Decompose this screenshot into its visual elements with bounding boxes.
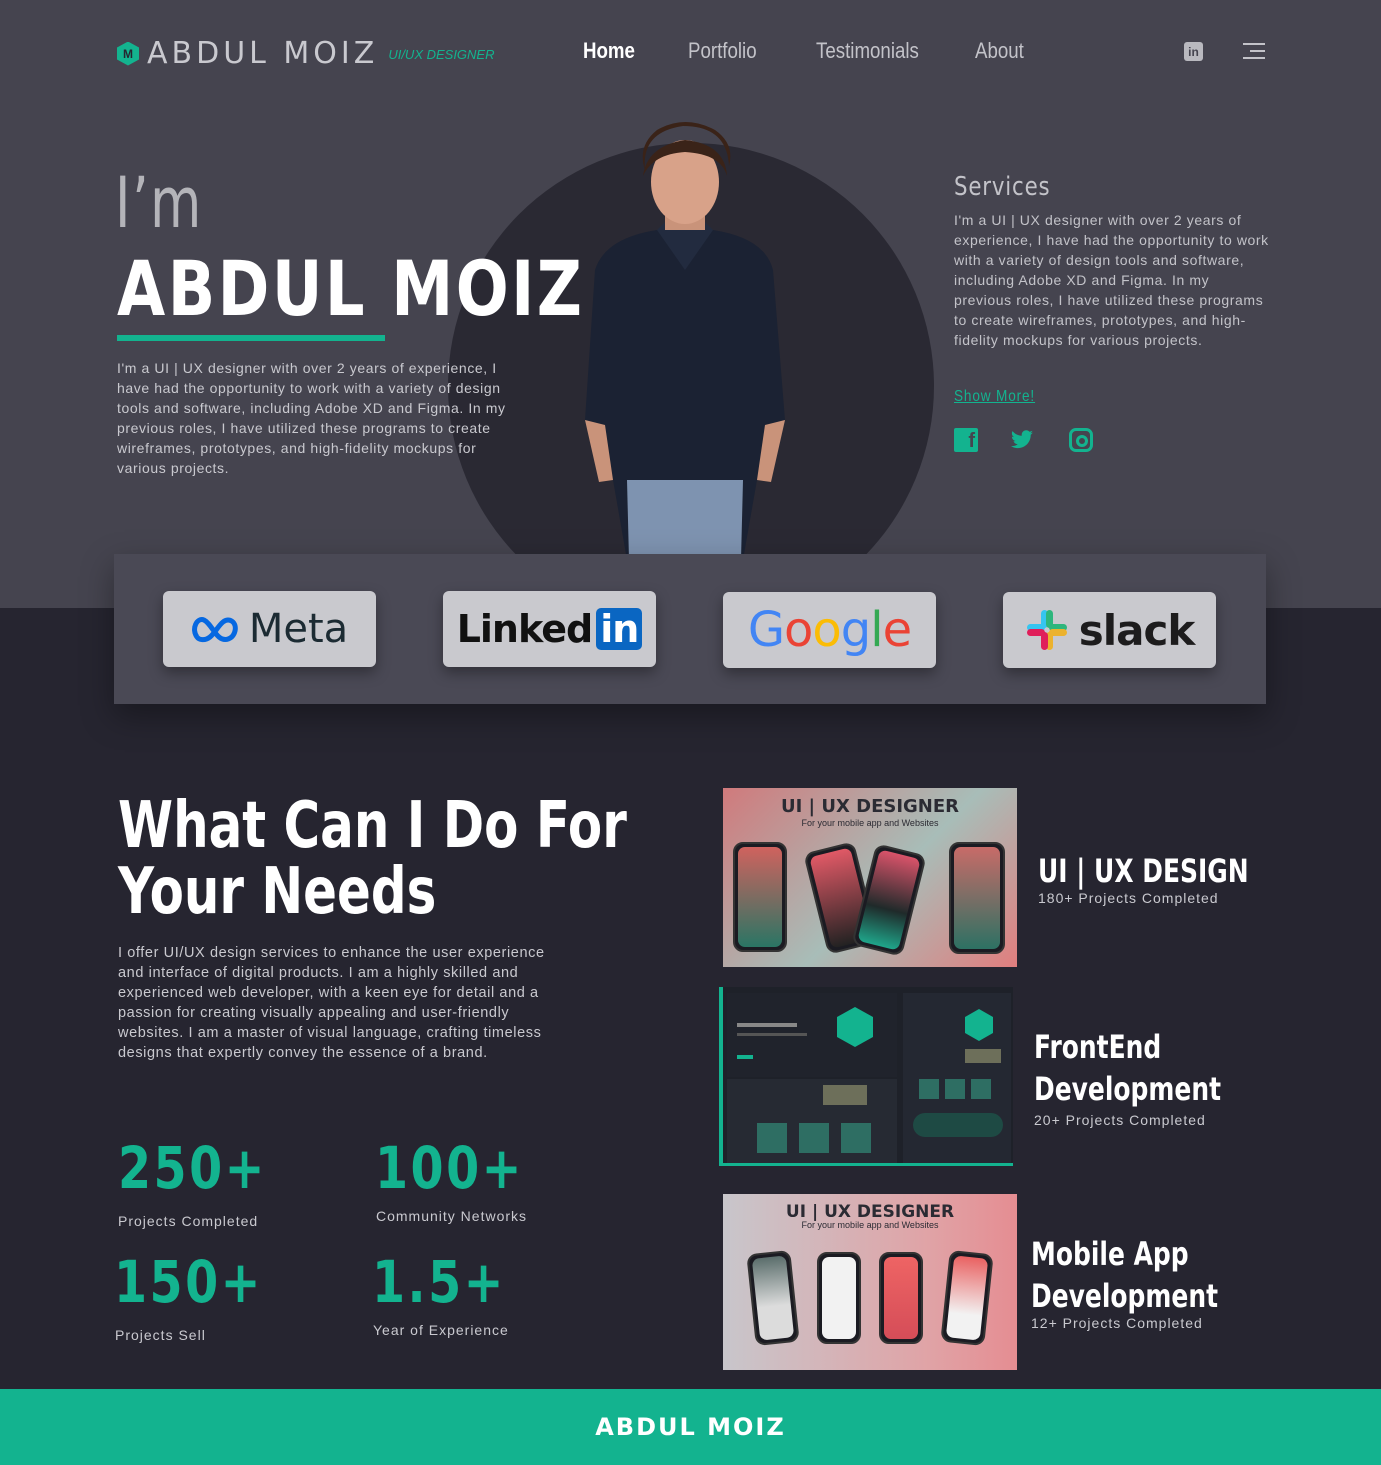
stat-value: 150+ [114,1248,263,1316]
phone-mockup [949,842,1005,954]
phone-mockup [940,1249,994,1347]
website-mockup [903,993,1011,1163]
services-title: Services [954,172,1051,202]
slack-wordmark: slack [1078,605,1196,655]
uiux-thumbnail[interactable]: UI | UX DESIGNER For your mobile app and… [723,788,1017,967]
meta-logo: Meta [163,591,376,667]
frontend-thumbnail[interactable] [719,987,1013,1166]
phone-mockup [817,1252,861,1344]
services-description: I'm a UI | UX designer with over 2 years… [954,212,1269,348]
facebook-icon[interactable] [954,428,978,453]
portrait-image [585,122,785,554]
slack-logo: slack [1003,592,1216,668]
mobile-app-thumbnail[interactable]: UI | UX DESIGNER For your mobile app and… [723,1194,1017,1370]
phone-mockup [879,1252,923,1344]
stat-value: 1.5+ [372,1248,506,1316]
website-mockup [727,1079,897,1163]
stat-label: Projects Completed [118,1213,259,1229]
footer: ABDUL MOIZ [0,1389,1381,1465]
hero-greeting: I’m [115,162,203,244]
meta-wordmark: Meta [248,606,349,652]
service-subtitle: 20+ Projects Completed [1034,1112,1206,1128]
meta-infinity-icon [191,617,238,643]
phone-mockup [851,843,927,957]
service-subtitle: 180+ Projects Completed [1038,890,1219,906]
what-description: I offer UI/UX design services to enhance… [118,945,545,1061]
hero-description: I'm a UI | UX designer with over 2 years… [117,360,506,476]
phone-mockup [733,842,787,952]
stat-value: 100+ [375,1134,524,1202]
linkedin-in-box: in [596,608,643,650]
google-wordmark: Google [747,602,912,658]
thumb-subtitle: For your mobile app and Websites [801,818,939,828]
stat-label: Community Networks [376,1208,528,1224]
website-mockup [727,993,897,1077]
partners-strip: Meta Linked in Google slack [114,554,1266,704]
thumb-subtitle: For your mobile app and Websites [801,1220,939,1230]
slack-hash-icon [1026,610,1067,650]
linkedin-wordmark: Linked [456,607,594,651]
stat-value: 250+ [118,1134,267,1202]
twitter-icon[interactable] [1010,428,1034,452]
thumb-title: UI | UX DESIGNER [785,1202,955,1222]
stat-label: Projects Sell [115,1327,206,1343]
stat-label: Year of Experience [373,1322,509,1338]
service-title: UI | UX DESIGN [1038,852,1249,890]
service-subtitle: 12+ Projects Completed [1031,1315,1203,1331]
phone-mockup [746,1249,800,1347]
hero-name: ABDUL MOIZ [117,244,585,333]
service-title: FrontEnd Development [1034,1028,1222,1108]
service-title: Mobile App Development [1031,1235,1219,1315]
linkedin-logo: Linked in [443,591,656,667]
thumb-title: UI | UX DESIGNER [780,796,960,817]
show-more-link[interactable]: Show More! [954,388,1035,406]
google-logo: Google [723,592,936,668]
name-underline [117,335,385,341]
footer-name: ABDUL MOIZ [595,1413,786,1441]
instagram-icon[interactable] [1069,428,1093,452]
what-title: What Can I Do For Your Needs [118,789,627,929]
